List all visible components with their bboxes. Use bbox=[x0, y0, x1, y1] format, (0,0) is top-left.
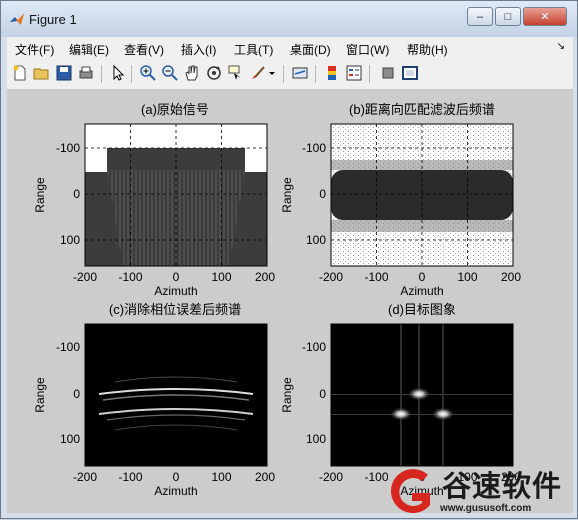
zoom-in-icon[interactable] bbox=[139, 64, 157, 82]
y-tick-label: 0 bbox=[73, 187, 80, 201]
pan-hand-icon[interactable] bbox=[183, 64, 201, 82]
y-axis-label: Range bbox=[33, 177, 47, 213]
watermark-url: www.gususoft.com bbox=[440, 503, 532, 514]
x-tick-label: -100 bbox=[118, 270, 142, 284]
gususoft-logo-icon bbox=[390, 469, 430, 514]
show-plot-tools-icon[interactable] bbox=[401, 64, 419, 82]
rotate-3d-icon[interactable] bbox=[205, 64, 223, 82]
menu-window[interactable]: 窗口(W) bbox=[346, 41, 389, 58]
menu-tools[interactable]: 工具(T) bbox=[234, 41, 273, 58]
y-tick-label: 100 bbox=[306, 432, 326, 446]
watermark-brand: 谷速软件 bbox=[442, 471, 563, 503]
subplots-svg: (a)原始信号 -200 -100 0 100 200 -100 0 100 A… bbox=[33, 102, 521, 498]
x-tick-label: 200 bbox=[255, 270, 275, 284]
brush-icon[interactable] bbox=[249, 64, 267, 82]
toolbar-separator bbox=[315, 65, 316, 83]
menu-desktop[interactable]: 桌面(D) bbox=[290, 41, 331, 58]
save-icon[interactable] bbox=[55, 64, 73, 82]
figure-canvas: (a)原始信号 -200 -100 0 100 200 -100 0 100 A… bbox=[7, 90, 573, 513]
open-file-icon[interactable] bbox=[33, 64, 51, 82]
x-axis-label: Azimuth bbox=[154, 284, 197, 298]
y-tick-label: -100 bbox=[56, 340, 80, 354]
y-tick-label: 100 bbox=[60, 233, 80, 247]
y-tick-label: 0 bbox=[319, 387, 326, 401]
y-tick-label: -100 bbox=[56, 141, 80, 155]
maximize-button[interactable]: □ bbox=[495, 7, 521, 26]
zoom-out-icon[interactable] bbox=[161, 64, 179, 82]
menu-view[interactable]: 查看(V) bbox=[124, 41, 164, 58]
colorbar-icon[interactable] bbox=[323, 64, 341, 82]
y-tick-label: 100 bbox=[60, 432, 80, 446]
y-tick-label: 100 bbox=[306, 233, 326, 247]
menu-file[interactable]: 文件(F) bbox=[15, 41, 54, 58]
x-tick-label: 0 bbox=[173, 270, 180, 284]
y-tick-label: 0 bbox=[319, 187, 326, 201]
y-axis-label: Range bbox=[280, 377, 294, 413]
legend-icon[interactable] bbox=[345, 64, 363, 82]
x-tick-label: -100 bbox=[118, 470, 142, 484]
pointer-icon[interactable] bbox=[109, 64, 127, 82]
toolbar-separator bbox=[283, 65, 284, 83]
toolbar-separator bbox=[131, 65, 132, 83]
menu-edit[interactable]: 编辑(E) bbox=[69, 41, 109, 58]
x-tick-label: -200 bbox=[319, 470, 343, 484]
dropdown-arrow-icon[interactable] bbox=[267, 64, 277, 82]
subplot-title: (b)距离向匹配滤波后频谱 bbox=[349, 102, 495, 117]
menu-insert[interactable]: 插入(I) bbox=[181, 41, 216, 58]
toolbar-separator bbox=[369, 65, 370, 83]
figure-window: Figure 1 – □ ✕ 文件(F) 编辑(E) 查看(V) 插入(I) 工… bbox=[0, 0, 578, 519]
x-axis-label: Azimuth bbox=[400, 284, 443, 298]
x-tick-label: 200 bbox=[501, 270, 521, 284]
y-tick-label: -100 bbox=[302, 340, 326, 354]
menu-bar: 文件(F) 编辑(E) 查看(V) 插入(I) 工具(T) 桌面(D) 窗口(W… bbox=[7, 37, 573, 60]
x-tick-label: -200 bbox=[73, 270, 97, 284]
window-title: Figure 1 bbox=[29, 12, 77, 27]
spectrum-band bbox=[331, 170, 513, 220]
minimize-button[interactable]: – bbox=[467, 7, 493, 26]
title-bar[interactable]: Figure 1 – □ ✕ bbox=[1, 1, 577, 37]
y-tick-label: -100 bbox=[302, 141, 326, 155]
x-tick-label: 100 bbox=[211, 270, 231, 284]
y-tick-label: 0 bbox=[73, 387, 80, 401]
signal-image bbox=[245, 172, 267, 266]
subplot-c[interactable]: (c)消除相位误差后频谱 -200 -100 0 100 200 -100 0 bbox=[33, 302, 275, 498]
print-icon[interactable] bbox=[77, 64, 95, 82]
subplot-b[interactable]: (b)距离向匹配滤波后频谱 -200 -100 0 100 200 -100 0… bbox=[280, 102, 521, 298]
menu-help[interactable]: 帮助(H) bbox=[407, 41, 448, 58]
subplot-title: (d)目标图象 bbox=[388, 302, 456, 317]
x-tick-label: 100 bbox=[457, 270, 477, 284]
y-axis-label: Range bbox=[280, 177, 294, 213]
subplot-title: (c)消除相位误差后频谱 bbox=[109, 302, 241, 317]
figure-toolbar bbox=[7, 59, 573, 90]
new-figure-icon[interactable] bbox=[11, 64, 29, 82]
subplot-a[interactable]: (a)原始信号 -200 -100 0 100 200 -100 0 100 A… bbox=[33, 102, 275, 298]
x-tick-label: 0 bbox=[419, 270, 426, 284]
toolbar-separator bbox=[101, 65, 102, 83]
watermark-logo: 谷速软件 www.gususoft.com bbox=[384, 463, 578, 520]
x-tick-label: -100 bbox=[364, 270, 388, 284]
signal-image bbox=[85, 172, 107, 266]
x-axis-label: Azimuth bbox=[154, 484, 197, 498]
x-tick-label: 100 bbox=[211, 470, 231, 484]
x-tick-label: 200 bbox=[255, 470, 275, 484]
data-cursor-icon[interactable] bbox=[227, 64, 245, 82]
subplot-title: (a)原始信号 bbox=[141, 102, 209, 117]
menu-overflow-arrow-icon[interactable]: ↘ bbox=[557, 41, 565, 52]
close-button[interactable]: ✕ bbox=[523, 7, 567, 26]
x-tick-label: -200 bbox=[73, 470, 97, 484]
y-axis-label: Range bbox=[33, 377, 47, 413]
x-tick-label: 0 bbox=[173, 470, 180, 484]
x-tick-label: -200 bbox=[319, 270, 343, 284]
link-plot-icon[interactable] bbox=[291, 64, 309, 82]
hide-plot-tools-icon[interactable] bbox=[379, 64, 397, 82]
matlab-logo-icon bbox=[10, 13, 24, 25]
